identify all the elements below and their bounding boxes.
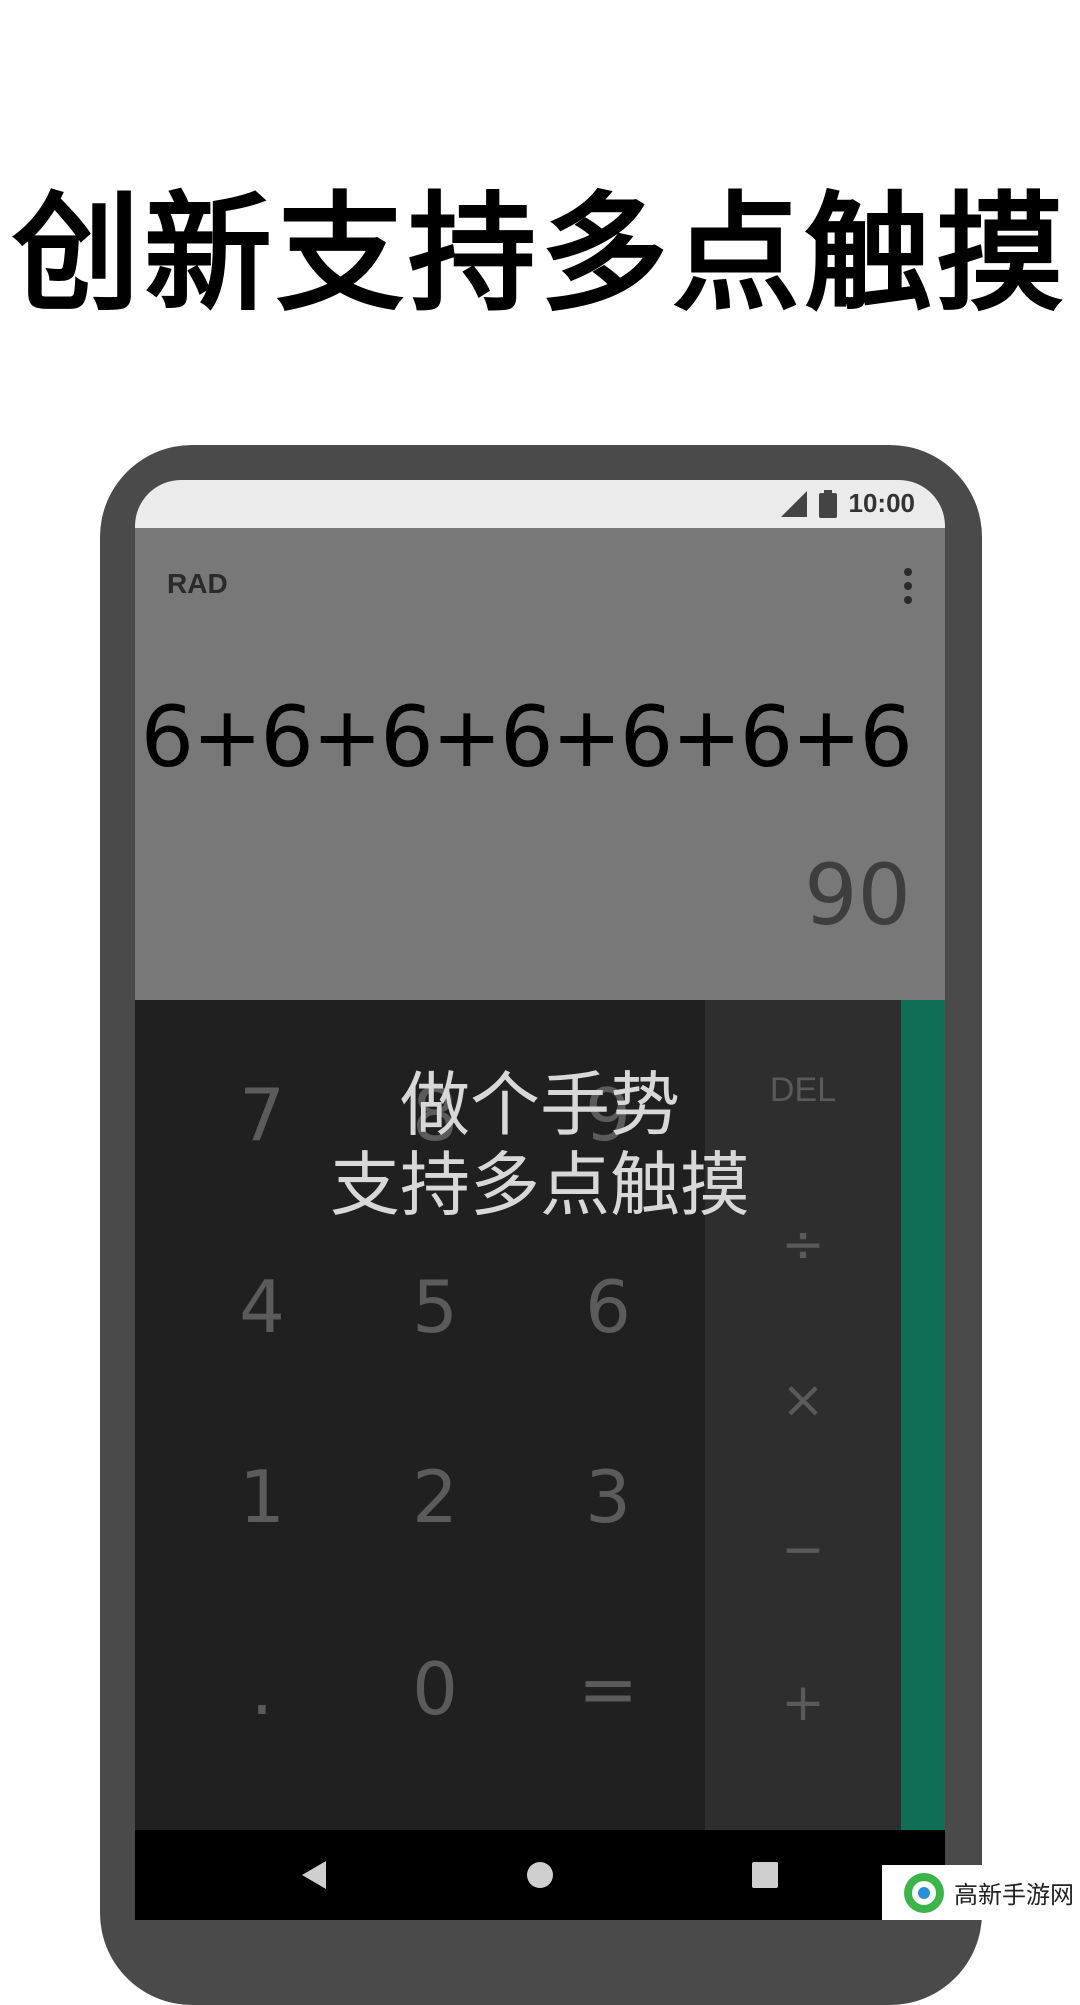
watermark-text: 高新手游网 xyxy=(954,1881,1074,1909)
key-7[interactable]: 7 xyxy=(192,1060,332,1170)
multiply-button[interactable]: × xyxy=(705,1355,901,1445)
promo-headline: 创新支持多点触摸 xyxy=(11,180,1068,329)
key-5[interactable]: 5 xyxy=(365,1252,505,1362)
delete-button[interactable]: DEL xyxy=(705,1045,901,1135)
home-icon xyxy=(527,1862,553,1888)
plus-button[interactable]: + xyxy=(705,1658,901,1748)
navigation-bar xyxy=(135,1830,945,1920)
key-6[interactable]: 6 xyxy=(538,1252,678,1362)
signal-icon xyxy=(780,490,807,517)
nav-recents-button[interactable] xyxy=(715,1830,815,1920)
key-4[interactable]: 4 xyxy=(192,1252,332,1362)
key-1[interactable]: 1 xyxy=(192,1442,332,1552)
formula-display[interactable]: 6+6+6+6+6+6+6+6+6 xyxy=(135,688,913,786)
result-display: 90 xyxy=(804,846,911,944)
key-2[interactable]: 2 xyxy=(365,1442,505,1552)
recents-icon xyxy=(752,1862,778,1888)
nav-back-button[interactable] xyxy=(265,1830,365,1920)
battery-icon xyxy=(818,489,837,518)
key-3[interactable]: 3 xyxy=(538,1442,678,1552)
operator-panel: DEL ÷ × − + xyxy=(705,1000,901,1830)
key-0[interactable]: 0 xyxy=(365,1634,505,1744)
nav-home-button[interactable] xyxy=(490,1830,590,1920)
key-8[interactable]: 8 xyxy=(365,1060,505,1170)
divide-button[interactable]: ÷ xyxy=(705,1200,901,1290)
key-decimal[interactable]: . xyxy=(192,1634,332,1744)
status-bar: 10:00 xyxy=(135,480,945,528)
angle-mode-toggle[interactable]: RAD xyxy=(167,568,228,600)
phone-screen: 10:00 RAD 6+6+6+6+6+6+6+6+6 90 7 8 9 4 5… xyxy=(135,480,945,1920)
status-time: 10:00 xyxy=(848,488,916,518)
calculator-display: RAD 6+6+6+6+6+6+6+6+6 90 xyxy=(135,528,945,1000)
numeric-keypad: 7 8 9 4 5 6 1 2 3 . 0 = xyxy=(135,1000,705,1830)
back-icon xyxy=(302,1861,326,1889)
minus-button[interactable]: − xyxy=(705,1505,901,1595)
overflow-menu-icon[interactable] xyxy=(903,566,913,606)
advanced-panel-handle[interactable] xyxy=(901,1000,945,1830)
key-equals[interactable]: = xyxy=(538,1634,678,1744)
key-9[interactable]: 9 xyxy=(538,1060,678,1170)
site-watermark: 高新手游网 xyxy=(882,1865,1080,1920)
watermark-logo-icon xyxy=(904,1872,944,1913)
